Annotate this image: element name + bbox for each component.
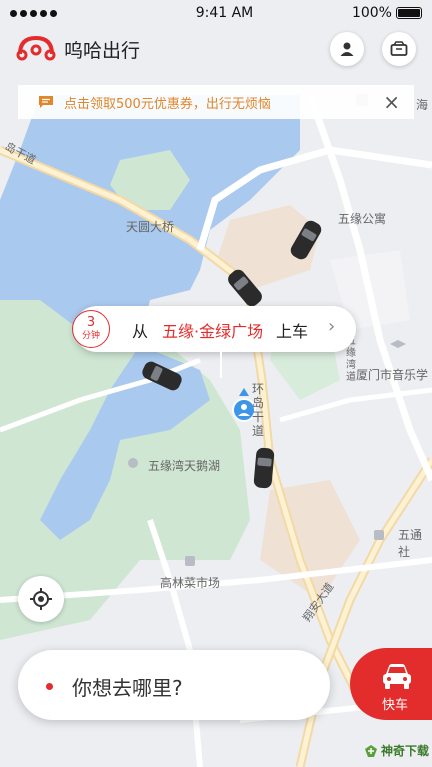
app-title: 呜哈出行 xyxy=(64,40,141,62)
map-label-lake: 五缘湾天鹅湖 xyxy=(148,459,221,473)
car-icon xyxy=(253,447,275,489)
eta-unit: 分钟 xyxy=(81,331,100,341)
watermark: 神奇下载 xyxy=(364,742,429,759)
app-logo-icon xyxy=(16,35,56,61)
status-time: 9:41 AM xyxy=(195,5,254,21)
chevron-right-icon: › xyxy=(328,316,336,337)
eta-badge: 3 分钟 xyxy=(72,310,110,348)
wallet-icon xyxy=(390,41,408,56)
car-front-icon xyxy=(383,664,411,689)
pickup-pin-stem xyxy=(220,352,222,378)
map-label-wutong: 五通社 xyxy=(398,528,423,559)
profile-button[interactable] xyxy=(330,32,364,66)
map-label-music-school: 厦门市音乐学 xyxy=(356,368,429,382)
person-icon xyxy=(340,42,354,56)
crosshair-icon xyxy=(30,588,52,610)
destination-placeholder: 你想去哪里? xyxy=(72,676,183,700)
map-label-market: 高林菜市场 xyxy=(160,576,221,590)
destination-dot-icon xyxy=(46,683,53,690)
status-bar: 9:41 AM 100% xyxy=(0,0,432,26)
fast-car-label: 快车 xyxy=(382,698,409,713)
map-label-bridge: 天圆大桥 xyxy=(126,220,175,234)
coupon-banner[interactable]: 点击领取500元优惠券，出行无烦恼 × xyxy=(18,85,414,119)
map-label-partial: 海 xyxy=(416,98,429,112)
watermark-text: 神奇下载 xyxy=(381,744,430,758)
close-icon[interactable]: × xyxy=(383,91,400,113)
message-icon xyxy=(39,96,53,108)
battery-icon xyxy=(395,7,422,19)
banner-text: 点击领取500元优惠券，出行无烦恼 xyxy=(64,96,271,112)
pickup-location-bubble[interactable]: 3 分钟 从 五缘·金绿广场 上车 › xyxy=(72,306,356,352)
destination-input[interactable]: 你想去哪里? xyxy=(18,650,330,720)
wallet-button[interactable] xyxy=(382,32,416,66)
locate-me-button[interactable] xyxy=(18,576,64,622)
watermark-logo-icon xyxy=(365,744,377,757)
map-label-ring-road: 环岛干道 xyxy=(252,382,265,438)
fast-car-button[interactable]: 快车 xyxy=(350,648,432,720)
pickup-from-label: 从 xyxy=(132,322,149,341)
eta-number: 3 xyxy=(86,315,96,330)
signal-icon xyxy=(10,9,57,17)
pickup-place: 五缘·金绿广场 xyxy=(162,322,264,341)
pickup-suffix: 上车 xyxy=(276,322,309,341)
battery-percent: 100% xyxy=(351,5,392,21)
battery-indicator: 100% xyxy=(352,5,422,21)
map-label-apartment: 五缘公寓 xyxy=(338,212,387,226)
